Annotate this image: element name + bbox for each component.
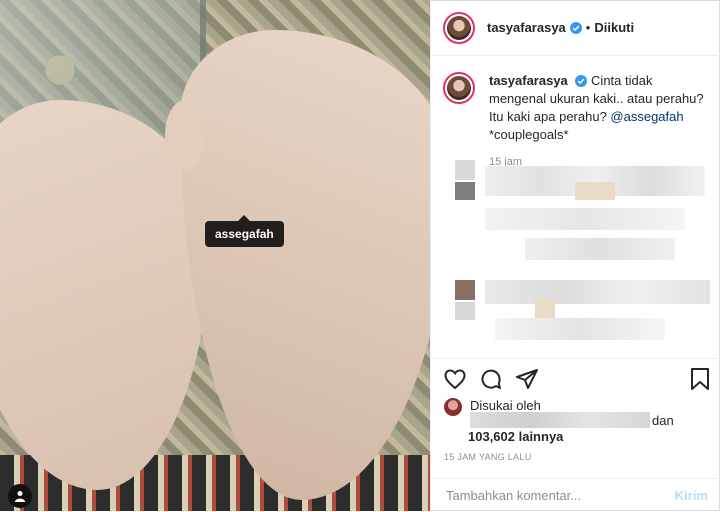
post-actions bbox=[431, 358, 720, 399]
bookmark-icon[interactable] bbox=[689, 367, 711, 391]
blurred-liker-name bbox=[470, 412, 650, 428]
caption-avatar[interactable] bbox=[443, 72, 475, 104]
user-tag-label[interactable]: assegafah bbox=[205, 215, 284, 247]
post-header: tasyafarasya • Diikuti bbox=[431, 0, 720, 56]
liked-by-prefix: Disukai oleh bbox=[470, 398, 541, 413]
caption: tasyafarasya Cinta tidak mengenal ukuran… bbox=[431, 56, 720, 144]
post-photo[interactable]: assegafah bbox=[0, 0, 430, 511]
separator-dot: • bbox=[585, 20, 591, 35]
comment-bar: Kirim bbox=[430, 478, 720, 512]
header-username[interactable]: tasyafarasya bbox=[487, 20, 566, 35]
post-timestamp: 15 JAM YANG LALU bbox=[444, 452, 532, 462]
liker-avatar[interactable] bbox=[444, 398, 462, 416]
right-foot bbox=[180, 30, 430, 500]
verified-badge-icon bbox=[575, 75, 588, 87]
blurred-comments bbox=[445, 160, 715, 345]
likes-count-link[interactable]: 103,602 lainnya bbox=[468, 429, 563, 444]
caption-username[interactable]: tasyafarasya bbox=[489, 73, 568, 88]
comment-icon[interactable] bbox=[479, 367, 503, 391]
heart-icon[interactable] bbox=[443, 367, 467, 391]
toes bbox=[165, 100, 205, 170]
comment-input[interactable] bbox=[444, 487, 675, 504]
avatar[interactable] bbox=[443, 11, 475, 44]
user-icon bbox=[15, 491, 25, 502]
following-button[interactable]: Diikuti bbox=[594, 20, 634, 35]
liked-by-suffix: dan bbox=[652, 413, 674, 428]
caption-text: tasyafarasya Cinta tidak mengenal ukuran… bbox=[489, 72, 707, 144]
send-comment-button[interactable]: Kirim bbox=[675, 488, 708, 503]
paper-plane-icon[interactable] bbox=[515, 367, 539, 391]
caption-hashtag: *couplegoals* bbox=[489, 127, 569, 142]
caption-mention-link[interactable]: @assegafah bbox=[610, 109, 683, 124]
verified-badge-icon bbox=[569, 21, 582, 34]
tagged-users-button[interactable] bbox=[8, 484, 32, 508]
